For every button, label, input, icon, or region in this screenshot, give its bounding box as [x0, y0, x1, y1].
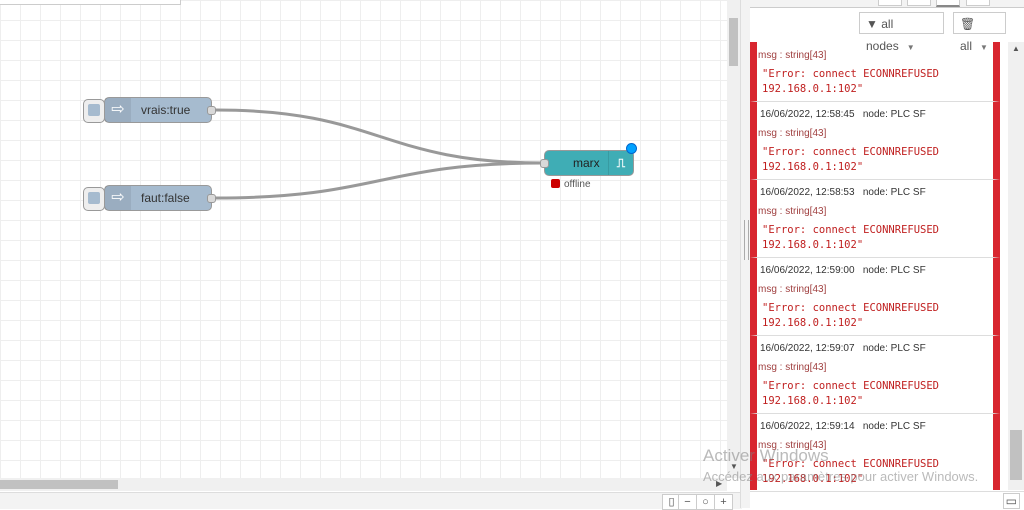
debug-message-list: msg : string[43] "Error: connect ECONNREF… — [750, 42, 1008, 490]
debug-sidebar: ▼ all nodes ▼ 🗑all ▼ msg : string[43] "Erro… — [750, 0, 1024, 508]
status-text: offline — [564, 179, 591, 190]
message-header: 16/06/2022, 12:58:53 node: PLC SF — [760, 187, 926, 198]
message-payload: "Error: connect ECONNREFUSED 192.168.0.1… — [762, 224, 940, 251]
node-label: marx — [573, 156, 600, 170]
message-type[interactable]: msg : string[43] — [758, 50, 826, 61]
inject-button[interactable] — [83, 99, 105, 123]
message-header: 16/06/2022, 12:59:14 node: PLC SF — [760, 421, 926, 432]
wire[interactable] — [215, 161, 545, 200]
debug-message[interactable]: 16/06/2022, 12:59:00 node: PLC SF msg : s… — [750, 258, 1000, 336]
modbus-node-marx[interactable]: marx ⎍ offline — [540, 143, 637, 190]
monitor-icon[interactable]: ▭ — [1002, 493, 1020, 509]
arrow-icon: ⇨ — [105, 98, 131, 122]
message-type[interactable]: msg : string[43] — [758, 206, 826, 217]
clear-messages-dropdown[interactable]: 🗑all ▼ — [953, 12, 1006, 53]
message-header: 16/06/2022, 12:59:07 node: PLC SF — [760, 343, 926, 354]
status-dot-icon — [551, 179, 560, 188]
message-payload: "Error: connect ECONNREFUSED 192.168.0.1… — [762, 68, 940, 95]
debug-message[interactable]: 16/06/2022, 12:58:53 node: PLC SF msg : s… — [750, 180, 1000, 258]
canvas-vertical-scrollbar[interactable]: ▼ — [727, 0, 740, 478]
wire[interactable] — [215, 108, 545, 165]
tab-bar — [0, 0, 181, 5]
watermark: Accédez aux paramètres pour activer Wind… — [703, 469, 979, 484]
node-label: vrais:true — [141, 103, 191, 117]
trash-icon: 🗑 — [960, 17, 976, 31]
wires — [215, 108, 545, 200]
debug-message[interactable]: msg : string[43] "Error: connect ECONNREF… — [750, 42, 1000, 102]
sidebar-tabs — [750, 0, 1024, 8]
filter-icon: ▼ — [866, 17, 878, 31]
inject-node-faut[interactable]: ⇨ faut:false — [83, 185, 216, 211]
output-port[interactable] — [207, 106, 216, 115]
input-port[interactable] — [540, 159, 549, 168]
message-header: 16/06/2022, 12:58:45 node: PLC SF — [760, 109, 926, 120]
sidebar-tab[interactable] — [936, 0, 960, 7]
sidebar-tab[interactable] — [966, 0, 990, 6]
status: offline — [551, 179, 591, 190]
message-payload: "Error: connect ECONNREFUSED 192.168.0.1… — [762, 146, 940, 173]
canvas-footer: ▯ − ○ + — [0, 492, 742, 510]
sidebar-footer: ▭ — [750, 491, 1024, 509]
debug-message[interactable]: 16/06/2022, 12:58:45 node: PLC SF msg : s… — [750, 102, 1000, 180]
arrow-icon: ⇨ — [105, 186, 131, 210]
message-type[interactable]: msg : string[43] — [758, 362, 826, 373]
node-label: faut:false — [141, 191, 190, 205]
changed-indicator — [626, 143, 637, 154]
message-payload: "Error: connect ECONNREFUSED 192.168.0.1… — [762, 380, 940, 407]
flow-canvas[interactable]: ⇨ vrais:true ⇨ faut:false marx ⎍ offline — [0, 0, 727, 478]
sidebar-tab[interactable] — [878, 0, 902, 6]
inject-button[interactable] — [83, 187, 105, 211]
output-port[interactable] — [207, 194, 216, 203]
message-type[interactable]: msg : string[43] — [758, 284, 826, 295]
sidebar-tab[interactable] — [907, 0, 931, 6]
inject-node-vrais[interactable]: ⇨ vrais:true — [83, 97, 216, 123]
message-type[interactable]: msg : string[43] — [758, 128, 826, 139]
debug-message[interactable]: 16/06/2022, 12:59:07 node: PLC SF msg : s… — [750, 336, 1000, 414]
filter-nodes-dropdown[interactable]: ▼ all nodes ▼ — [859, 12, 944, 53]
watermark: Activer Windows — [703, 446, 829, 465]
message-payload: "Error: connect ECONNREFUSED 192.168.0.1… — [762, 302, 940, 329]
pulse-icon: ⎍ — [608, 151, 633, 175]
canvas-horizontal-scrollbar[interactable]: ▶ — [0, 478, 727, 491]
message-header: 16/06/2022, 12:59:00 node: PLC SF — [760, 265, 926, 276]
debug-scrollbar[interactable]: ▲ — [1008, 42, 1024, 490]
